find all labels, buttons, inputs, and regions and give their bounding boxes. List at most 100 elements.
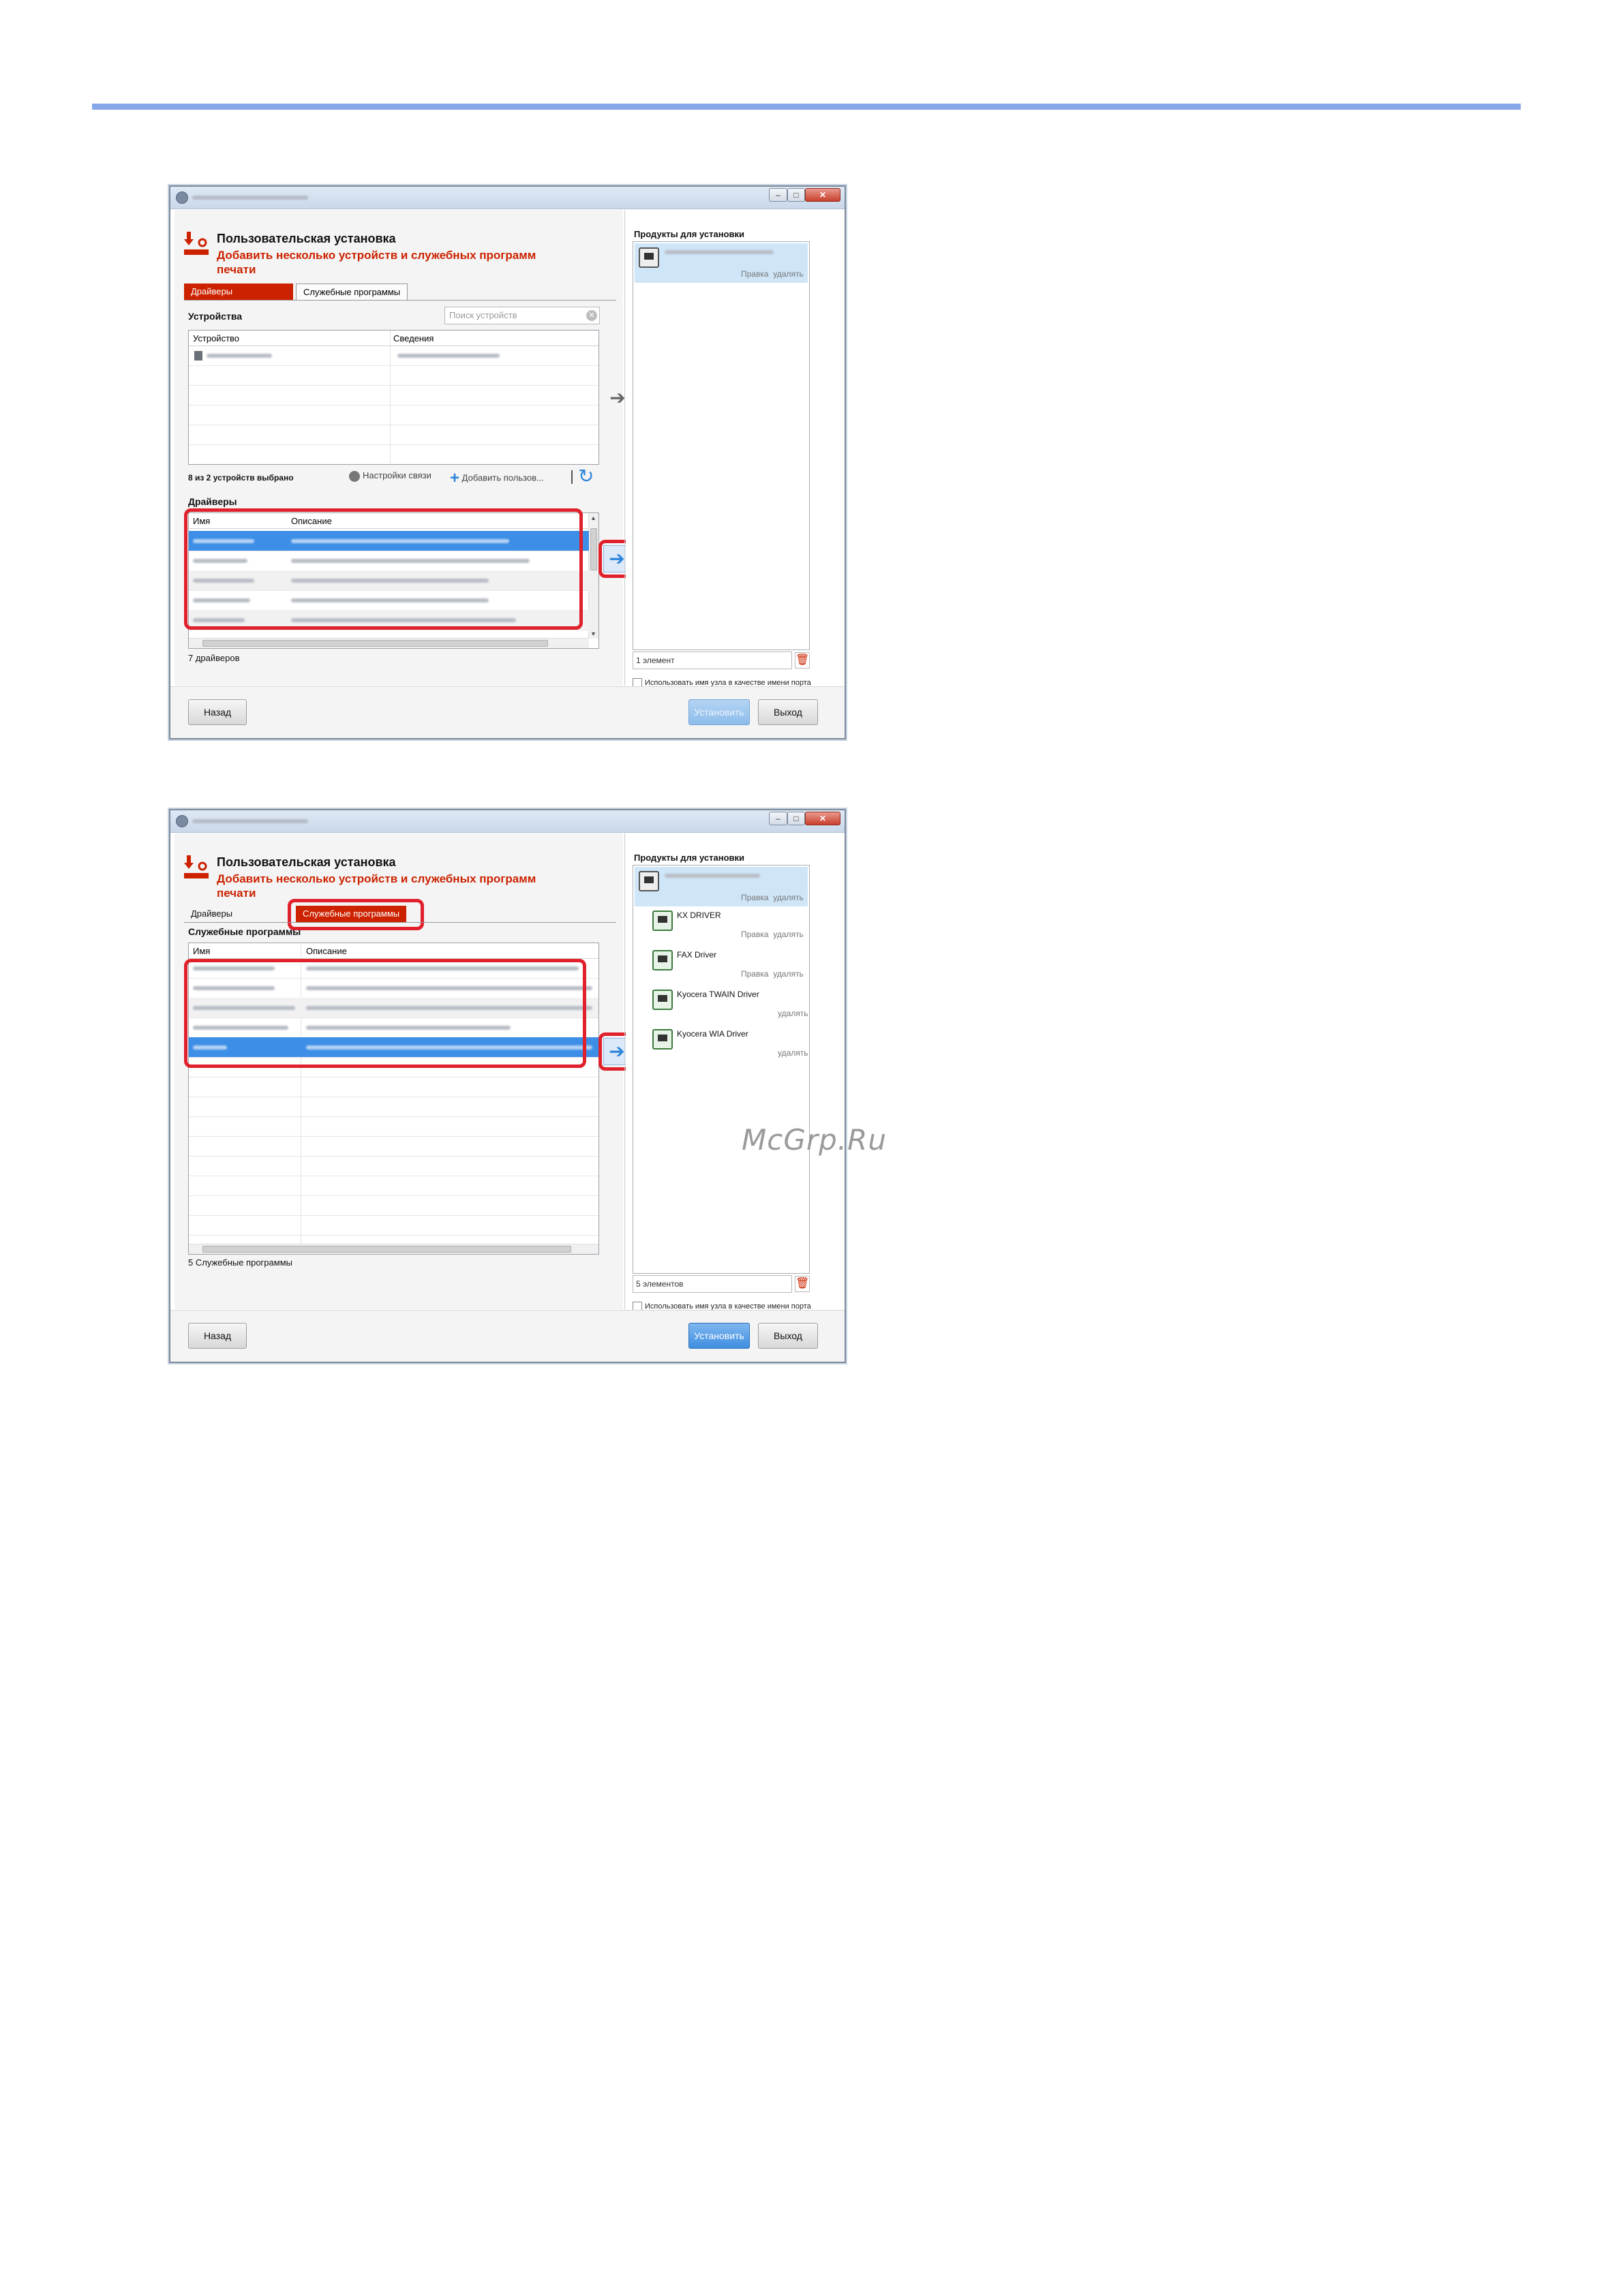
page-title: Пользовательская установка	[217, 855, 396, 869]
table-row	[189, 1097, 598, 1117]
table-row[interactable]	[189, 531, 589, 551]
product-item[interactable]: Kyocera WIA Driver удалять	[635, 1026, 808, 1065]
exit-button[interactable]: Выход	[758, 1323, 818, 1349]
trash-icon[interactable]: 🗑	[795, 652, 810, 669]
back-button[interactable]: Назад	[188, 1323, 247, 1349]
exit-button[interactable]: Выход	[758, 699, 818, 725]
col-description[interactable]: Описание	[306, 946, 347, 956]
products-label: Продукты для установки	[634, 229, 745, 239]
page-title: Пользовательская установка	[217, 232, 396, 245]
scroll-down-icon[interactable]: ▼	[590, 630, 596, 637]
utilities-horizontal-scrollbar[interactable]	[189, 1244, 598, 1254]
left-pane: Пользовательская установка Добавить неск…	[175, 210, 635, 686]
device-search-input[interactable]: Поиск устройств ✕	[444, 307, 600, 324]
remove-link[interactable]: удалять	[778, 1009, 808, 1018]
devices-selected-count: 8 из 2 устройств выбрано	[188, 473, 294, 483]
col-device[interactable]: Устройство	[193, 333, 239, 343]
table-row[interactable]	[189, 1017, 598, 1038]
edit-link[interactable]: Правка	[741, 969, 769, 979]
edit-link[interactable]: Правка	[741, 893, 769, 902]
add-custom-device-link[interactable]: + Добавить пользов...	[450, 469, 544, 488]
table-row[interactable]	[189, 590, 589, 611]
table-row[interactable]	[189, 551, 589, 571]
clear-search-icon[interactable]: ✕	[586, 310, 597, 321]
table-row[interactable]	[189, 346, 598, 366]
col-name[interactable]: Имя	[193, 516, 210, 526]
page-subtitle: Добавить несколько устройств и служебных…	[217, 249, 536, 276]
close-button[interactable]: ✕	[805, 188, 840, 202]
back-button[interactable]: Назад	[188, 699, 247, 725]
edit-link[interactable]: Правка	[741, 269, 769, 279]
table-row[interactable]	[189, 570, 589, 591]
install-button[interactable]: Установить	[688, 699, 750, 725]
scroll-thumb[interactable]	[202, 640, 548, 647]
connection-settings-link[interactable]: Настройки связи	[349, 470, 431, 482]
table-row	[189, 1195, 598, 1216]
table-row[interactable]	[189, 610, 589, 630]
install-button[interactable]: Установить	[688, 1323, 750, 1349]
drivers-table-header: Имя Описание	[189, 513, 598, 529]
remove-link[interactable]: удалять	[778, 1048, 808, 1058]
product-item-device[interactable]: Правка удалять	[635, 243, 808, 283]
table-row	[189, 1176, 598, 1196]
installer-window-drivers: – □ ✕ Пользовательская установка Добавит…	[169, 185, 846, 739]
remove-link[interactable]: удалять	[773, 269, 804, 279]
scroll-thumb[interactable]	[202, 1246, 571, 1253]
minimize-button[interactable]: –	[769, 188, 787, 202]
scroll-up-icon[interactable]: ▲	[590, 515, 596, 521]
tab-drivers[interactable]: Драйверы	[184, 906, 240, 922]
product-item[interactable]: FAX Driver Правка удалять	[635, 947, 808, 985]
edit-link[interactable]: Правка	[741, 930, 769, 939]
scroll-thumb[interactable]	[590, 528, 597, 570]
utilities-table-header: Имя Описание	[189, 943, 598, 959]
remove-link[interactable]: удалять	[773, 893, 804, 902]
product-item-device[interactable]: Правка удалять	[635, 867, 808, 906]
maximize-button[interactable]: □	[787, 188, 805, 202]
table-row[interactable]	[189, 1037, 598, 1058]
trash-icon[interactable]: 🗑	[795, 1276, 810, 1292]
device-name-blurred	[665, 250, 774, 254]
drivers-vertical-scrollbar[interactable]: ▲ ▼	[588, 513, 598, 639]
refresh-icon[interactable]: ↻	[578, 465, 594, 487]
pane-divider	[624, 210, 625, 686]
close-button[interactable]: ✕	[805, 812, 840, 825]
window-titlebar: – □ ✕	[170, 810, 845, 833]
table-row[interactable]	[189, 958, 598, 979]
install-download-icon	[184, 232, 209, 255]
product-actions: удалять	[778, 1048, 808, 1058]
window-title-blurred	[192, 819, 308, 823]
product-actions: удалять	[778, 1009, 808, 1018]
table-row	[189, 1116, 598, 1137]
right-pane: Продукты для установки Правка удалять 1 …	[626, 210, 842, 688]
product-item[interactable]: Kyocera TWAIN Driver удалять	[635, 987, 808, 1025]
printer-icon	[194, 351, 202, 361]
driver-desc-blurred	[291, 618, 516, 622]
col-details[interactable]: Сведения	[393, 333, 434, 343]
utility-desc-blurred	[306, 986, 592, 990]
driver-desc-blurred	[291, 559, 530, 563]
page-top-rule	[92, 104, 1521, 110]
product-name: Kyocera TWAIN Driver	[677, 990, 759, 999]
toolbar-separator	[571, 470, 573, 484]
drivers-count: 7 драйверов	[188, 653, 240, 663]
col-description[interactable]: Описание	[291, 516, 332, 526]
table-row	[189, 405, 598, 425]
tab-utilities[interactable]: Служебные программы	[296, 906, 407, 922]
maximize-button[interactable]: □	[787, 812, 805, 825]
tab-drivers[interactable]: Драйверы	[184, 284, 293, 300]
connection-settings-label: Настройки связи	[363, 470, 431, 480]
product-item[interactable]: KX DRIVER Правка удалять	[635, 908, 808, 946]
table-row	[189, 1215, 598, 1236]
utilities-label: Служебные программы	[188, 926, 301, 937]
table-row[interactable]	[189, 998, 598, 1018]
remove-link[interactable]: удалять	[773, 969, 804, 979]
drivers-horizontal-scrollbar[interactable]	[189, 638, 589, 648]
minimize-button[interactable]: –	[769, 812, 787, 825]
remove-link[interactable]: удалять	[773, 930, 804, 939]
table-row[interactable]	[189, 978, 598, 998]
tab-utilities[interactable]: Служебные программы	[296, 284, 408, 300]
table-row	[189, 1077, 598, 1097]
printer-icon	[639, 247, 659, 268]
col-name[interactable]: Имя	[193, 946, 210, 956]
utility-name-blurred	[193, 966, 275, 970]
